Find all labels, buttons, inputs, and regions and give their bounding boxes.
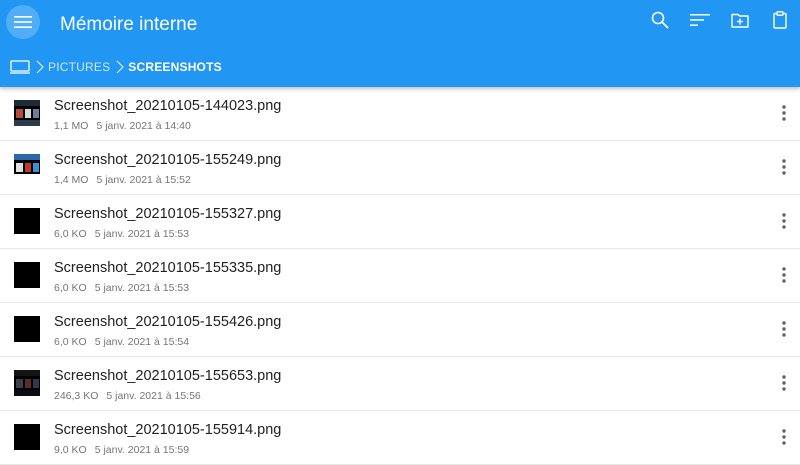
file-date: 5 janv. 2021 à 15:56 [106,390,201,402]
menu-button[interactable] [6,5,40,39]
chevron-right-icon [36,60,44,74]
more-options-button[interactable] [778,427,790,447]
file-date: 5 janv. 2021 à 14:40 [96,120,191,132]
file-name: Screenshot_20210105-155335.png [54,260,282,276]
more-options-button[interactable] [778,319,790,339]
file-size: 6,0 KO [54,336,87,348]
app-bar: Mémoire interne PICTURES SCREENSHOTS [0,0,800,87]
file-meta: 9,0 KO 5 janv. 2021 à 15:59 [54,444,189,456]
file-thumbnail [14,316,40,342]
breadcrumb-screenshots[interactable]: SCREENSHOTS [128,60,222,74]
file-name: Screenshot_20210105-155327.png [54,206,282,222]
file-size: 6,0 KO [54,228,87,240]
clipboard-icon [773,11,787,29]
more-options-button[interactable] [778,265,790,285]
file-date: 5 janv. 2021 à 15:54 [94,336,190,348]
file-size: 6,0 KO [54,282,87,294]
file-row[interactable]: Screenshot_20210105-155653.png 246,3 KO 5… [0,357,800,411]
file-date: 5 janv. 2021 à 15:52 [96,174,191,186]
file-size: 1,1 MO [54,120,89,132]
file-meta: 6,0 KO 5 janv. 2021 à 15:54 [54,336,189,348]
page-title: Mémoire interne [60,14,198,35]
more-vert-icon [782,375,786,391]
more-vert-icon [782,159,786,175]
more-vert-icon [782,267,786,283]
file-thumbnail [14,208,40,234]
more-vert-icon [782,105,786,121]
file-row[interactable]: Screenshot_20210105-155327.png 6,0 KO 5 j… [0,195,800,249]
more-options-button[interactable] [778,103,790,123]
file-row[interactable]: Screenshot_20210105-155335.png 6,0 KO 5 j… [0,249,800,303]
file-row[interactable]: Screenshot_20210105-155249.png 1,4 MO 5 j… [0,141,800,195]
new-folder-icon [731,13,749,28]
file-meta: 1,4 MO 5 janv. 2021 à 15:52 [54,174,191,186]
new-folder-button[interactable] [729,9,751,31]
file-name: Screenshot_20210105-155249.png [54,152,282,168]
clipboard-button[interactable] [769,9,791,31]
file-size: 9,0 KO [54,444,87,456]
file-name: Screenshot_20210105-155914.png [54,422,282,438]
file-thumbnail [14,154,40,180]
search-icon [651,11,669,29]
file-name: Screenshot_20210105-155426.png [54,314,282,330]
file-row[interactable]: Screenshot_20210105-155914.png 9,0 KO 5 j… [0,411,800,465]
file-date: 5 janv. 2021 à 15:59 [94,444,190,456]
file-meta: 6,0 KO 5 janv. 2021 à 15:53 [54,282,189,294]
more-vert-icon [782,429,786,445]
chevron-right-icon [116,60,125,74]
sort-button[interactable] [689,9,711,31]
more-vert-icon [782,213,786,229]
file-name: Screenshot_20210105-144023.png [54,98,282,114]
breadcrumb-device[interactable] [10,60,30,74]
file-date: 5 janv. 2021 à 15:53 [94,282,190,294]
file-row[interactable]: Screenshot_20210105-144023.png 1,1 MO 5 j… [0,87,800,141]
file-date: 5 janv. 2021 à 15:53 [94,228,190,240]
file-size: 246,3 KO [54,390,99,402]
file-size: 1,4 MO [54,174,89,186]
file-thumbnail [14,424,40,450]
file-meta: 246,3 KO 5 janv. 2021 à 15:56 [54,390,201,402]
file-thumbnail [14,370,40,396]
more-options-button[interactable] [778,373,790,393]
file-row[interactable]: Screenshot_20210105-155426.png 6,0 KO 5 j… [0,303,800,357]
file-meta: 1,1 MO 5 janv. 2021 à 14:40 [54,120,191,132]
file-list: Screenshot_20210105-144023.png 1,1 MO 5 j… [0,87,800,465]
more-vert-icon [782,321,786,337]
search-button[interactable] [649,9,671,31]
file-name: Screenshot_20210105-155653.png [54,368,282,384]
file-thumbnail [14,262,40,288]
device-icon [10,60,30,74]
breadcrumb-pictures[interactable]: PICTURES [48,60,110,74]
more-options-button[interactable] [778,157,790,177]
file-thumbnail [14,100,40,126]
file-meta: 6,0 KO 5 janv. 2021 à 15:53 [54,228,189,240]
breadcrumb: PICTURES SCREENSHOTS [10,56,222,78]
sort-icon [690,14,710,26]
more-options-button[interactable] [778,211,790,231]
menu-icon [14,16,32,28]
